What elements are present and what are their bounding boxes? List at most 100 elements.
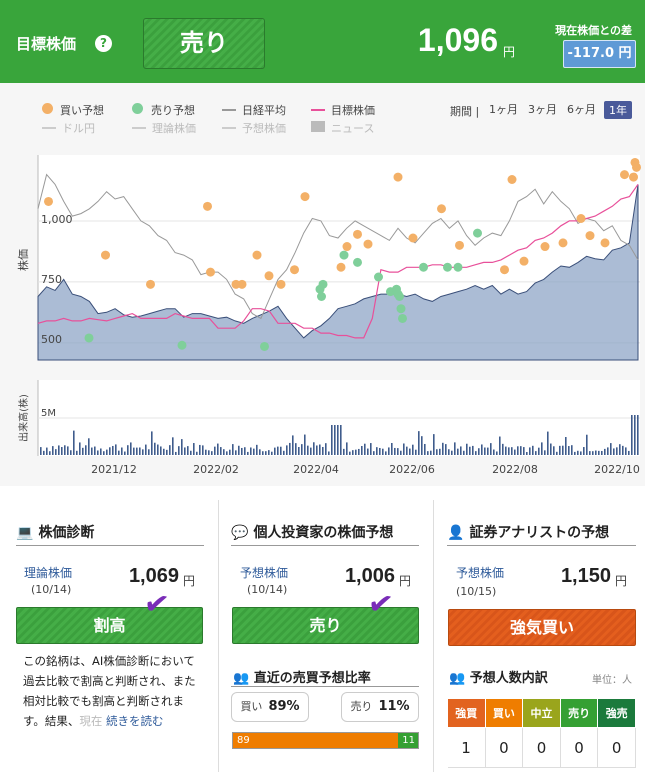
yaxis-label: 株価 <box>16 249 30 271</box>
volume-bar <box>178 446 180 455</box>
sell-forecast-dot[interactable] <box>395 292 404 301</box>
volume-bar <box>202 445 204 455</box>
buy-forecast-dot[interactable] <box>507 175 517 184</box>
volume-bar <box>40 447 42 455</box>
sell-forecast-dot[interactable] <box>396 304 406 314</box>
buy-forecast-dot[interactable] <box>264 271 274 281</box>
volume-bar <box>313 442 315 455</box>
volume-bar <box>460 446 462 455</box>
sell-forecast-dot[interactable] <box>84 333 94 343</box>
person-icon: 👤 <box>447 525 465 541</box>
buy-forecast-dot[interactable] <box>206 267 215 277</box>
count-strong-sell: 0 <box>597 727 636 768</box>
buy-forecast-dot[interactable] <box>252 250 262 260</box>
buy-forecast-dot[interactable] <box>455 240 464 250</box>
buy-forecast-dot[interactable] <box>363 239 373 249</box>
volume-bar <box>529 447 531 455</box>
volume-bar <box>283 450 285 455</box>
sell-forecast-dot[interactable] <box>398 313 407 323</box>
volume-bar <box>190 450 192 455</box>
buy-forecast-dot[interactable] <box>336 262 346 272</box>
volume-bar <box>88 438 90 455</box>
xtick-2022-02: 2022/02 <box>193 463 239 476</box>
sell-forecast-dot[interactable] <box>443 262 452 272</box>
volume-bar <box>151 431 153 455</box>
buy-forecast-dot[interactable] <box>600 238 610 248</box>
forecast-price-value: 1,006 <box>344 565 395 587</box>
volume-bar <box>541 442 543 455</box>
ratio-bar: 89 11 <box>232 732 419 749</box>
volume-bar <box>163 448 165 455</box>
analyst-count-table: 強買 買い 中立 売り 強売 1 0 0 0 0 <box>447 698 636 768</box>
buy-forecast-dot[interactable] <box>237 279 247 289</box>
volume-bar <box>505 446 507 455</box>
volume-bar <box>496 451 498 455</box>
diagnosis-description: この銘柄は、AI株価診断において過去比較で割高と判断され、また相対比較でも割高と… <box>23 654 196 728</box>
volume-bar <box>598 450 600 455</box>
analyst-verdict-button[interactable]: 強気買い <box>448 609 636 646</box>
buy-forecast-dot[interactable] <box>630 157 640 167</box>
buy-forecast-dot[interactable] <box>585 231 595 241</box>
checkmark-icon: ✔ <box>365 585 396 624</box>
volume-bar <box>481 444 483 455</box>
sell-forecast-dot[interactable] <box>353 257 362 267</box>
divider <box>231 545 419 546</box>
theory-price-unit: 円 <box>183 574 196 588</box>
buy-forecast-dot[interactable] <box>500 265 509 275</box>
chat-bubble-icon: 💬 <box>231 525 249 541</box>
buy-forecast-dot[interactable] <box>44 196 53 206</box>
buy-forecast-dot[interactable] <box>620 170 629 180</box>
sell-forecast-dot[interactable] <box>374 272 383 282</box>
volume-bar <box>625 447 627 455</box>
volume-bar <box>340 425 342 455</box>
xtick-2022-04: 2022/04 <box>293 463 339 476</box>
volume-bar <box>400 450 402 455</box>
sell-forecast-dot[interactable] <box>419 262 428 272</box>
buy-forecast-dot[interactable] <box>146 279 155 289</box>
buy-forecast-dot[interactable] <box>342 242 352 252</box>
buy-forecast-dot[interactable] <box>393 172 403 182</box>
volume-bar <box>526 451 528 455</box>
sell-forecast-dot[interactable] <box>339 250 349 260</box>
buy-forecast-dot[interactable] <box>540 242 550 252</box>
volume-bar <box>373 451 375 455</box>
volume-bar <box>523 447 525 455</box>
sell-forecast-dot[interactable] <box>473 228 482 238</box>
buy-forecast-dot[interactable] <box>300 192 310 202</box>
volume-bar <box>376 447 378 455</box>
sell-forecast-dot[interactable] <box>177 340 187 350</box>
volume-bar <box>121 447 123 455</box>
volume-bar <box>604 448 606 455</box>
buy-forecast-dot[interactable] <box>558 238 568 248</box>
volume-bar <box>406 446 408 455</box>
volume-bar <box>337 425 339 455</box>
buy-forecast-dot[interactable] <box>576 214 586 223</box>
diagnosis-verdict-button[interactable]: 割高 <box>16 607 203 644</box>
buy-forecast-dot[interactable] <box>629 172 638 182</box>
buy-forecast-dot[interactable] <box>437 204 446 214</box>
volume-bar <box>76 450 78 455</box>
volume-bar <box>520 446 522 455</box>
buy-forecast-dot[interactable] <box>408 233 418 243</box>
volume-bar <box>418 431 420 455</box>
volume-bar <box>298 447 300 455</box>
sell-forecast-dot[interactable] <box>318 279 328 289</box>
volume-bar <box>388 447 390 455</box>
buy-forecast-dot[interactable] <box>290 265 299 275</box>
buy-forecast-dot[interactable] <box>276 279 286 289</box>
sell-forecast-dot[interactable] <box>260 341 269 351</box>
sell-forecast-dot[interactable] <box>317 292 326 301</box>
theory-price-value: 1,069 <box>128 565 179 587</box>
buy-forecast-dot[interactable] <box>203 201 212 211</box>
count-buy: 0 <box>485 727 524 768</box>
read-more-link[interactable]: 続きを読む <box>106 714 164 728</box>
buy-forecast-dot[interactable] <box>353 229 362 239</box>
buy-forecast-dot[interactable] <box>101 250 110 260</box>
buy-forecast-dot[interactable] <box>519 256 529 266</box>
ratio-bar-sell: 11 <box>398 733 418 748</box>
sell-forecast-dot[interactable] <box>453 262 463 272</box>
volume-bar <box>181 439 183 455</box>
volume-bar <box>517 446 519 455</box>
volume-bar <box>271 451 273 455</box>
volume-bar <box>325 443 327 455</box>
